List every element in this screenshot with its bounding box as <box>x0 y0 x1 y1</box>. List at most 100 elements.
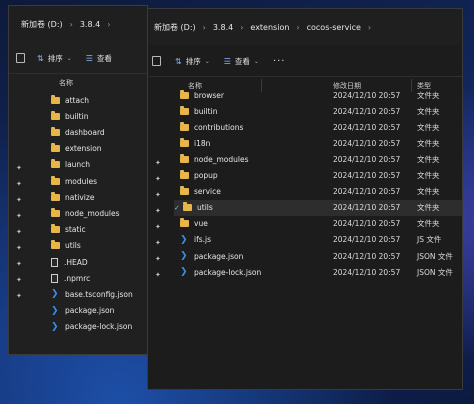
item-type: 文件夹 <box>417 203 440 213</box>
table-row[interactable]: ❯ ifs.js 2024/12/10 20:57 JS 文件 <box>174 232 462 248</box>
breadcrumb-drive[interactable]: 新加卷 (D:) <box>154 22 196 33</box>
view-button[interactable]: ☰ 查看 ⌄ <box>224 56 259 67</box>
list-item[interactable]: dashboard <box>51 124 147 140</box>
list-item[interactable]: .npmrc <box>51 270 147 286</box>
item-date: 2024/12/10 20:57 <box>333 219 401 229</box>
delete-icon[interactable] <box>152 56 161 66</box>
item-type: JSON 文件 <box>417 267 453 277</box>
item-name: utils <box>197 203 213 213</box>
item-type: 文件夹 <box>417 219 440 229</box>
list-item[interactable]: .HEAD <box>51 254 147 270</box>
item-name: extension <box>65 144 102 154</box>
item-type: 文件夹 <box>417 138 440 148</box>
breadcrumb-extension[interactable]: extension <box>250 23 289 32</box>
pin-icon: ✦ <box>16 260 22 268</box>
list-item[interactable]: ❯ package.json <box>51 303 147 319</box>
item-name: base.tsconfig.json <box>65 289 133 299</box>
sort-button[interactable]: ⇅ 排序 ⌄ <box>175 56 210 67</box>
pin-icon: ✦ <box>155 191 161 199</box>
delete-icon[interactable] <box>16 53 25 63</box>
item-name: launch <box>65 160 91 170</box>
table-row[interactable]: i18n 2024/12/10 20:57 文件夹 <box>174 135 462 151</box>
item-type: 文件夹 <box>417 187 440 197</box>
breadcrumb-cocos-service[interactable]: cocos-service <box>307 23 361 32</box>
folder-icon <box>51 207 60 217</box>
chevron-right-icon: › <box>240 22 244 32</box>
item-date: 2024/12/10 20:57 <box>333 251 401 261</box>
folder-icon <box>51 191 60 201</box>
breadcrumb-drive[interactable]: 新加卷 (D:) <box>21 19 63 30</box>
more-options-button[interactable]: ··· <box>273 56 286 67</box>
item-name: service <box>194 187 221 197</box>
item-date: 2024/12/10 20:57 <box>333 267 401 277</box>
item-date: 2024/12/10 20:57 <box>333 138 401 148</box>
list-item[interactable]: utils <box>51 238 147 254</box>
view-icon: ☰ <box>223 56 231 66</box>
vscode-file-icon: ❯ <box>51 289 59 300</box>
file-icon <box>51 273 58 283</box>
front-explorer-window: 新加卷 (D:) › 3.8.4 › extension › cocos-ser… <box>147 8 463 390</box>
chevron-right-icon: › <box>296 22 300 32</box>
column-header-name[interactable]: 名称 <box>59 76 73 90</box>
sort-button[interactable]: ⇅ 排序 ⌄ <box>37 53 72 64</box>
back-address-bar[interactable]: 新加卷 (D:) › 3.8.4 › <box>9 6 147 42</box>
table-row[interactable]: ✓ utils 2024/12/10 20:57 文件夹 <box>174 199 462 216</box>
item-type: 文件夹 <box>417 154 440 164</box>
folder-icon <box>180 170 189 179</box>
list-item[interactable]: extension <box>51 141 147 157</box>
item-type: 文件夹 <box>417 90 440 100</box>
table-row[interactable]: builtin 2024/12/10 20:57 文件夹 <box>174 103 462 119</box>
view-button[interactable]: ☰ 查看 <box>86 53 112 64</box>
chevron-right-icon: › <box>69 19 73 29</box>
table-row[interactable]: vue 2024/12/10 20:57 文件夹 <box>174 216 462 232</box>
item-name: vue <box>194 219 208 229</box>
table-row[interactable]: ❯ package.json 2024/12/10 20:57 JSON 文件 <box>174 248 462 264</box>
chevron-down-icon: ⌄ <box>204 57 210 65</box>
list-item[interactable]: modules <box>51 173 147 189</box>
list-item[interactable]: builtin <box>51 108 147 124</box>
breadcrumb-version[interactable]: 3.8.4 <box>80 20 100 29</box>
file-icon <box>51 257 58 267</box>
item-name: package-lock.json <box>194 267 262 277</box>
list-item[interactable]: nativize <box>51 189 147 205</box>
folder-icon <box>180 218 189 228</box>
pin-icon: ✦ <box>155 159 161 167</box>
table-row[interactable]: ❯ package-lock.json 2024/12/10 20:57 JSON 文… <box>174 264 462 280</box>
folder-icon <box>51 240 60 250</box>
table-row[interactable]: contributions 2024/12/10 20:57 文件夹 <box>174 119 462 135</box>
pin-icon: ✦ <box>155 239 161 247</box>
list-item[interactable]: node_modules <box>51 205 147 221</box>
folder-icon <box>183 202 192 212</box>
table-row[interactable]: popup 2024/12/10 20:57 文件夹 <box>174 168 462 184</box>
item-date: 2024/12/10 20:57 <box>333 187 401 197</box>
list-item[interactable]: launch <box>51 157 147 173</box>
vscode-file-icon: ❯ <box>180 267 188 278</box>
front-quick-access-pins: ✦ ✦ ✦ ✦ ✦ ✦ ✦ ✦ <box>148 77 170 389</box>
item-name: .npmrc <box>64 273 91 283</box>
back-toolbar: ⇅ 排序 ⌄ ☰ 查看 <box>9 43 147 74</box>
list-item[interactable]: ❯ package-lock.json <box>51 319 147 335</box>
chevron-right-icon: › <box>107 19 111 29</box>
item-type: 文件夹 <box>417 171 440 180</box>
item-type: JSON 文件 <box>417 251 453 261</box>
table-row[interactable]: node_modules 2024/12/10 20:57 文件夹 <box>174 151 462 167</box>
vscode-file-icon: ❯ <box>180 234 188 245</box>
folder-icon <box>51 143 60 153</box>
table-row[interactable]: service 2024/12/10 20:57 文件夹 <box>174 184 462 200</box>
checkmark-icon[interactable]: ✓ <box>174 204 180 212</box>
column-name-label: 名称 <box>59 79 73 87</box>
table-row[interactable]: browser 2024/12/10 20:57 文件夹 <box>174 87 462 103</box>
view-icon: ☰ <box>85 53 93 63</box>
vscode-file-icon: ❯ <box>180 251 188 261</box>
list-item[interactable]: ❯ base.tsconfig.json <box>51 286 147 302</box>
list-item[interactable]: attach <box>51 92 147 108</box>
item-name: static <box>65 225 86 235</box>
list-item[interactable]: static <box>51 222 147 238</box>
folder-icon <box>180 105 189 115</box>
front-address-bar[interactable]: 新加卷 (D:) › 3.8.4 › extension › cocos-ser… <box>148 9 462 45</box>
item-type: 文件夹 <box>417 106 440 116</box>
breadcrumb-version[interactable]: 3.8.4 <box>213 23 233 32</box>
item-name: nativize <box>65 192 95 202</box>
item-date: 2024/12/10 20:57 <box>333 171 401 180</box>
folder-icon <box>51 126 60 136</box>
